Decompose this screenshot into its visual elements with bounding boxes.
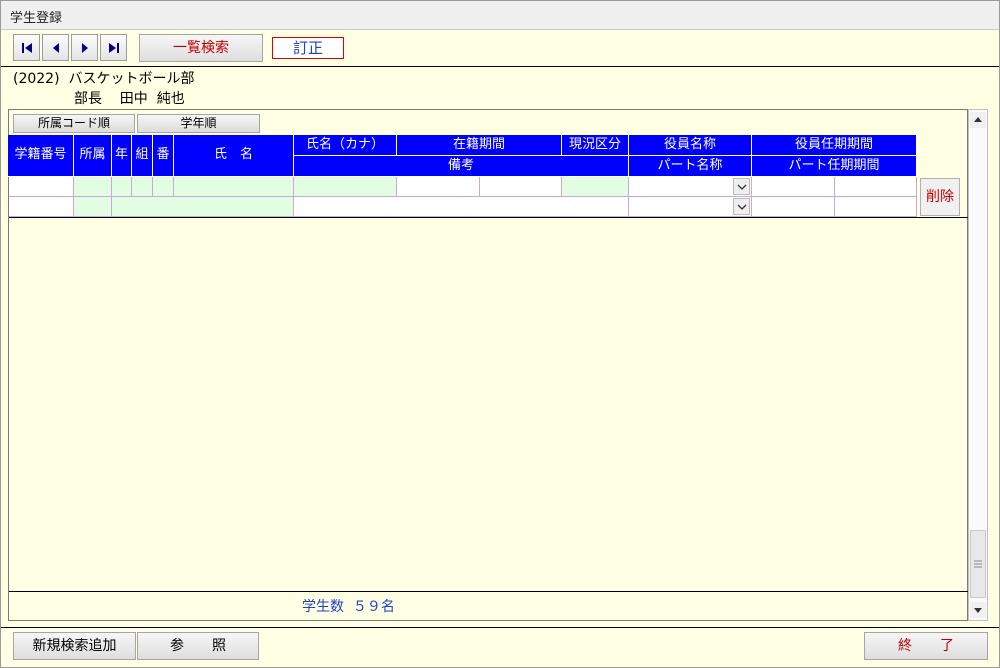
- officer-name-select[interactable]: [629, 177, 752, 197]
- name-field[interactable]: [174, 177, 294, 197]
- header-officer-term: 役員任期期間: [752, 135, 917, 156]
- scrollbar-thumb[interactable]: [970, 530, 986, 598]
- student-count: 学生数 ５９名: [302, 599, 395, 615]
- officer-term-end-field[interactable]: [835, 177, 917, 197]
- header-kana: 氏名（カナ）: [294, 135, 397, 156]
- title-bar: 学生登録: [1, 1, 999, 30]
- chevron-down-icon: [737, 184, 747, 190]
- part-name-select[interactable]: [629, 197, 752, 217]
- footer-divider: [9, 591, 968, 592]
- row-divider: [9, 217, 968, 218]
- vertical-scrollbar[interactable]: [968, 109, 988, 621]
- affiliation-sub-field: [74, 197, 112, 217]
- header-status: 現況区分: [562, 135, 629, 156]
- club-leader: 部長 田中 純也: [74, 91, 185, 107]
- grip-icon: [974, 560, 982, 568]
- name-sub-field: [112, 197, 294, 217]
- header-part-name: パート名称: [629, 156, 752, 177]
- header-class: 組: [132, 135, 153, 177]
- new-search-add-button[interactable]: 新規検索追加: [13, 632, 136, 660]
- header-number: 番: [153, 135, 174, 177]
- sort-by-year-button[interactable]: 学年順: [137, 114, 260, 133]
- last-record-button[interactable]: [100, 34, 127, 61]
- list-search-button[interactable]: 一覧検索: [139, 34, 263, 62]
- header-name: 氏 名: [174, 135, 294, 177]
- delete-button[interactable]: 削除: [920, 178, 960, 216]
- chevron-down-icon: [737, 204, 747, 210]
- divider: [1, 627, 999, 628]
- number-field[interactable]: [153, 177, 174, 197]
- next-record-icon: [82, 43, 88, 53]
- dropdown-button[interactable]: [733, 178, 750, 195]
- kana-field[interactable]: [294, 177, 397, 197]
- header-remarks: 備考: [294, 156, 629, 177]
- affiliation-field[interactable]: [74, 177, 112, 197]
- scroll-down-button[interactable]: [970, 602, 986, 618]
- dropdown-button[interactable]: [733, 198, 750, 215]
- mode-indicator: 訂正: [272, 37, 344, 59]
- header-enroll-period: 在籍期間: [397, 135, 562, 156]
- officer-term-start-field[interactable]: [752, 177, 835, 197]
- year-field[interactable]: [112, 177, 132, 197]
- student-no-field[interactable]: [9, 177, 74, 197]
- blank-cell: [9, 197, 74, 217]
- previous-record-icon: [53, 43, 59, 53]
- header-year: 年: [112, 135, 132, 177]
- arrow-up-icon: [974, 117, 982, 122]
- sort-by-code-button[interactable]: 所属コード順: [13, 114, 135, 133]
- header-part-term: パート任期期間: [752, 156, 917, 177]
- exit-button[interactable]: 終 了: [864, 632, 988, 660]
- first-record-button[interactable]: [13, 34, 40, 61]
- class-field[interactable]: [132, 177, 153, 197]
- first-record-icon: [22, 43, 32, 53]
- last-record-icon: [109, 43, 119, 53]
- part-term-start-field[interactable]: [752, 197, 835, 217]
- enroll-end-field[interactable]: [480, 177, 562, 197]
- reference-button[interactable]: 参 照: [137, 632, 259, 660]
- remarks-field[interactable]: [294, 197, 629, 217]
- previous-record-button[interactable]: [42, 34, 69, 61]
- header-officer-name: 役員名称: [629, 135, 752, 156]
- arrow-down-icon: [974, 608, 982, 613]
- enroll-start-field[interactable]: [397, 177, 480, 197]
- header-student-no: 学籍番号: [8, 135, 74, 177]
- header-affiliation: 所属: [74, 135, 112, 177]
- student-registration-window: 学生登録 一覧検索 訂正 (2022) バスケットボール部 部長 田中 純也 所…: [0, 0, 1000, 668]
- part-term-end-field[interactable]: [835, 197, 917, 217]
- status-field[interactable]: [562, 177, 629, 197]
- divider: [1, 66, 999, 67]
- scroll-up-button[interactable]: [970, 112, 986, 128]
- window-title: 学生登録: [10, 11, 63, 26]
- club-name: (2022) バスケットボール部: [13, 71, 195, 87]
- next-record-button[interactable]: [71, 34, 98, 61]
